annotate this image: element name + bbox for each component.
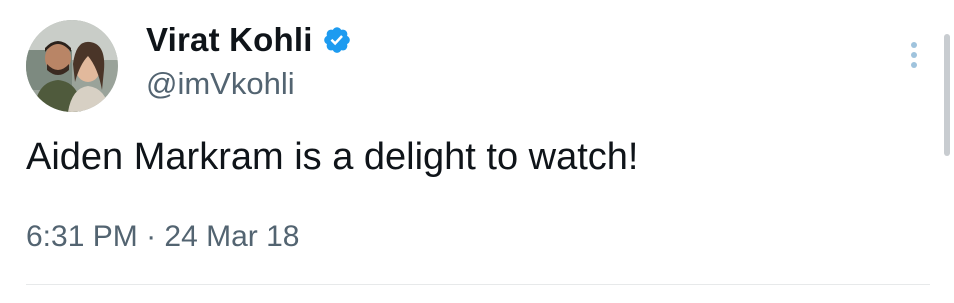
tweet-time: 6:31 PM <box>26 220 138 253</box>
scrollbar[interactable] <box>944 34 950 156</box>
tweet-text: Aiden Markram is a delight to watch! <box>26 136 639 178</box>
timestamp-separator: · <box>146 220 157 253</box>
tweet-card: Virat Kohli @imVkohli Aiden Markram is a… <box>0 0 954 303</box>
avatar-image <box>26 20 118 112</box>
tweet-timestamp[interactable]: 6:31 PM · 24 Mar 18 <box>26 220 300 254</box>
avatar[interactable] <box>26 20 118 112</box>
author-handle[interactable]: @imVkohli <box>146 66 295 102</box>
tweet-date: 24 Mar 18 <box>164 220 300 253</box>
divider <box>26 284 930 285</box>
author-name-row: Virat Kohli <box>146 20 352 60</box>
more-options-icon[interactable] <box>900 40 928 72</box>
verified-badge-icon <box>322 25 352 55</box>
display-name[interactable]: Virat Kohli <box>146 21 313 59</box>
